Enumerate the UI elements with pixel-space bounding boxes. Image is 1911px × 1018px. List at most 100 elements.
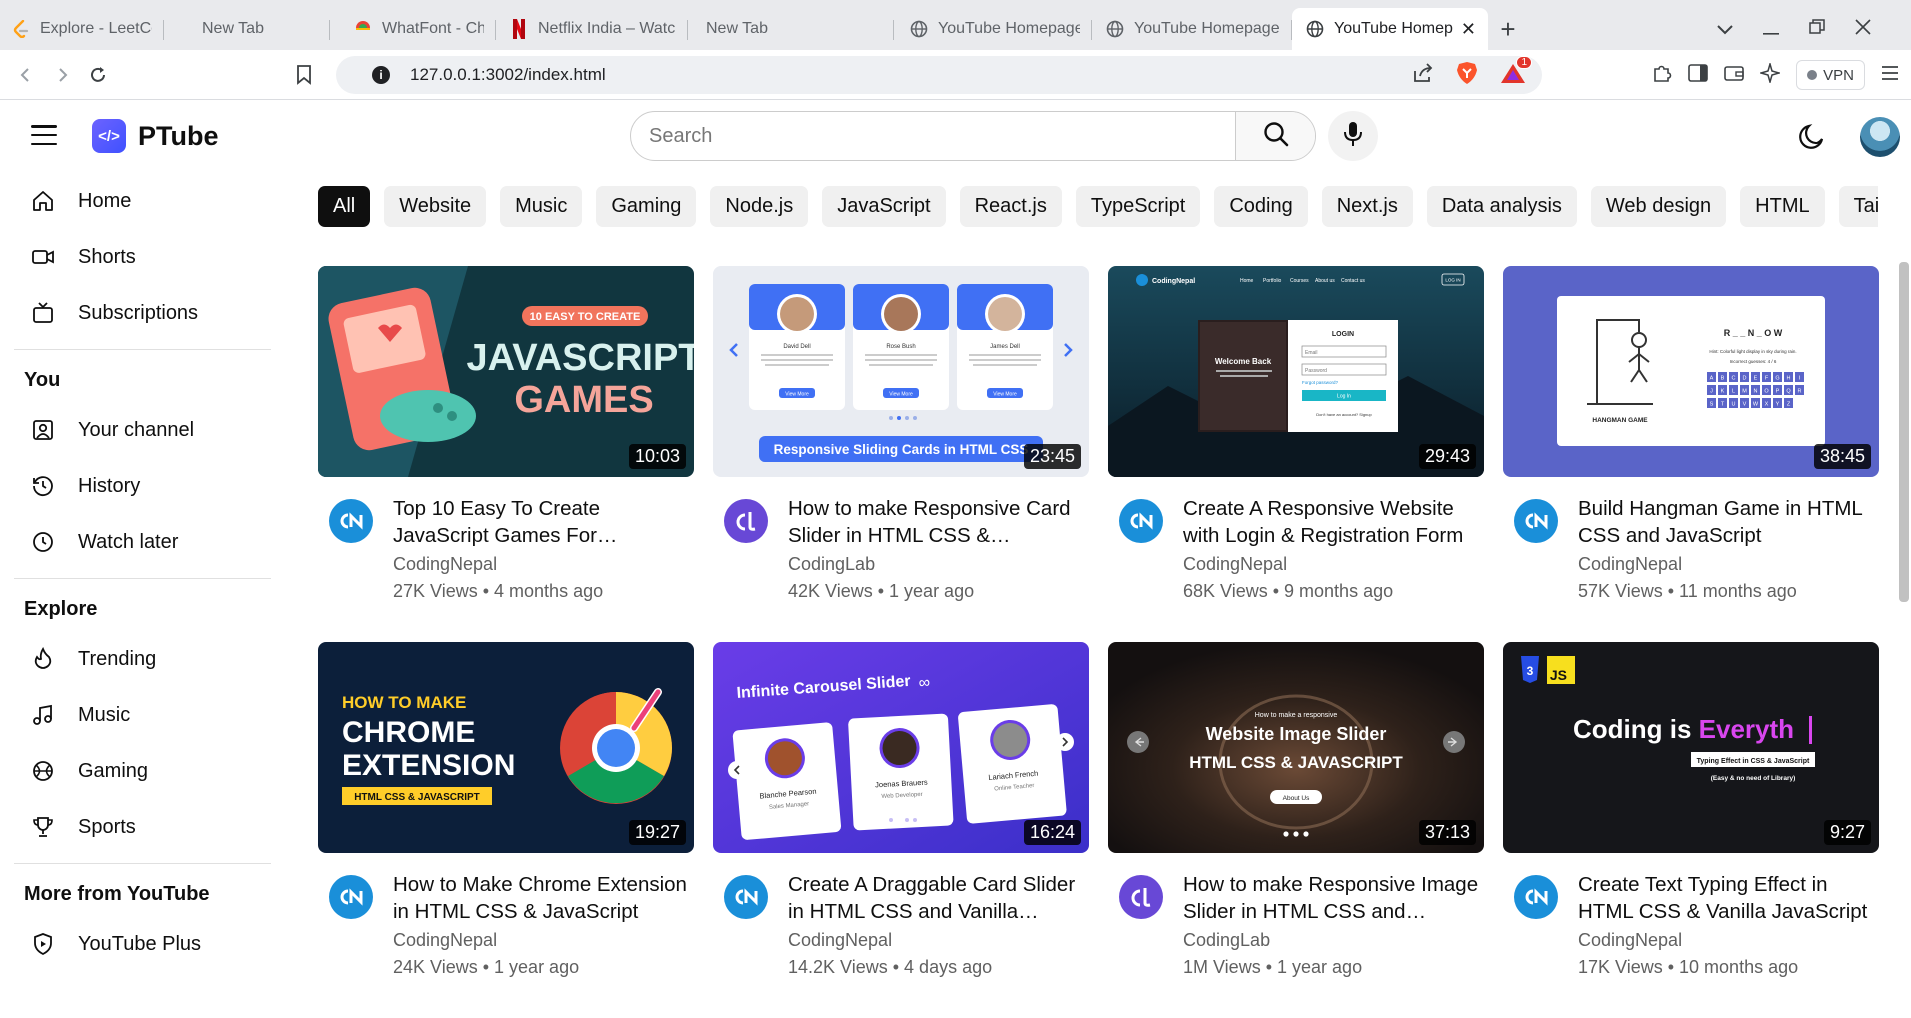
browser-tab[interactable]: WhatFont - Chrome W: [330, 8, 496, 50]
search-input[interactable]: [631, 112, 1235, 160]
sidebar-item-your-channel[interactable]: Your channel: [0, 402, 275, 458]
video-title[interactable]: Build Hangman Game in HTML CSS and JavaS…: [1578, 495, 1878, 549]
channel-name[interactable]: CodingNepal: [1578, 554, 1878, 575]
video-card[interactable]: HOW TO MAKE CHROME EXTENSION HTML CSS & …: [318, 642, 694, 978]
video-thumbnail[interactable]: HANGMAN GAME R _ _ N _ O W Hint: Colorfu…: [1503, 266, 1879, 477]
video-thumbnail[interactable]: David Dell View More Rose Bush View More: [713, 266, 1089, 477]
codinglab-logo-icon[interactable]: [724, 499, 768, 543]
browser-tab[interactable]: New Tab: [164, 8, 330, 50]
restore-icon[interactable]: [1809, 18, 1825, 40]
codingnepal-logo-icon[interactable]: [1514, 875, 1558, 919]
codingnepal-logo-icon[interactable]: [1514, 499, 1558, 543]
chip-nextjs[interactable]: Next.js: [1321, 186, 1413, 227]
forward-icon[interactable]: [44, 57, 80, 93]
sidebar-item-home[interactable]: Home: [0, 173, 275, 229]
chip-tailwind[interactable]: Tailwind: [1838, 186, 1878, 227]
wallet-icon[interactable]: [1724, 64, 1744, 87]
video-thumbnail[interactable]: 3 JS Coding is Everyth Typing Effect in …: [1503, 642, 1879, 853]
chip-web-design[interactable]: Web design: [1590, 186, 1727, 227]
video-card[interactable]: Infinite Carousel Slider ∞ Blanche Pears…: [713, 642, 1089, 978]
chip-gaming[interactable]: Gaming: [596, 186, 697, 227]
channel-name[interactable]: CodingNepal: [1578, 930, 1878, 951]
site-info-icon[interactable]: i: [372, 66, 390, 84]
menu-icon[interactable]: [1881, 65, 1899, 86]
vpn-button[interactable]: VPN: [1796, 60, 1865, 90]
sidebar-item-music[interactable]: Music: [0, 687, 275, 743]
extensions-icon[interactable]: [1652, 63, 1672, 88]
sidebar-item-history[interactable]: History: [0, 458, 275, 514]
video-title[interactable]: How to make Responsive Card Slider in HT…: [788, 495, 1088, 549]
reload-icon[interactable]: [80, 57, 116, 93]
codingnepal-logo-icon[interactable]: [329, 499, 373, 543]
chip-data-analysis[interactable]: Data analysis: [1426, 186, 1577, 227]
codingnepal-logo-icon[interactable]: [329, 875, 373, 919]
chip-website[interactable]: Website: [384, 186, 487, 227]
chip-html[interactable]: HTML: [1740, 186, 1825, 227]
new-tab-button[interactable]: +: [1488, 8, 1528, 50]
browser-tab[interactable]: YouTube Homepage: [894, 8, 1092, 50]
video-card[interactable]: How to make a responsive Website Image S…: [1108, 642, 1484, 978]
chip-typescript[interactable]: TypeScript: [1075, 186, 1201, 227]
voice-search-button[interactable]: [1328, 111, 1378, 161]
chip-all[interactable]: All: [318, 186, 371, 227]
video-title[interactable]: Create A Draggable Card Slider in HTML C…: [788, 871, 1088, 925]
brave-rewards-icon[interactable]: 1: [1500, 55, 1532, 89]
close-tab-icon[interactable]: ✕: [1453, 19, 1476, 40]
brave-shield-icon[interactable]: [1456, 61, 1478, 90]
channel-name[interactable]: CodingNepal: [788, 930, 1088, 951]
video-thumbnail[interactable]: How to make a responsive Website Image S…: [1108, 642, 1484, 853]
dark-mode-toggle-icon[interactable]: [1797, 121, 1827, 151]
user-avatar[interactable]: [1860, 117, 1900, 157]
video-thumbnail[interactable]: 10 EASY TO CREATE JAVASCRIPT GAMES 10:03: [318, 266, 694, 477]
search-button[interactable]: [1235, 112, 1315, 160]
sidebar-item-youtube-plus[interactable]: YouTube Plus: [0, 916, 275, 972]
sidebar-toggle-icon[interactable]: [1688, 63, 1708, 87]
browser-tab-active[interactable]: YouTube Homep ✕: [1292, 8, 1488, 50]
chip-coding[interactable]: Coding: [1214, 186, 1308, 227]
video-thumbnail[interactable]: CodingNepal Home Portfolio Courses About…: [1108, 266, 1484, 477]
browser-tab[interactable]: YouTube Homepage: [1092, 8, 1292, 50]
video-card[interactable]: HANGMAN GAME R _ _ N _ O W Hint: Colorfu…: [1503, 266, 1879, 602]
chip-javascript[interactable]: JavaScript: [822, 186, 946, 227]
close-window-icon[interactable]: [1855, 18, 1871, 40]
browser-tab[interactable]: Explore - LeetCode: [0, 8, 164, 50]
back-icon[interactable]: [8, 57, 44, 93]
minimize-icon[interactable]: [1763, 19, 1779, 40]
page-scrollbar-thumb[interactable]: [1899, 262, 1909, 602]
video-title[interactable]: How to make Responsive Image Slider in H…: [1183, 871, 1483, 925]
sidebar-item-subscriptions[interactable]: Subscriptions: [0, 285, 275, 341]
video-thumbnail[interactable]: Infinite Carousel Slider ∞ Blanche Pears…: [713, 642, 1089, 853]
chip-reactjs[interactable]: React.js: [959, 186, 1062, 227]
browser-tab[interactable]: Netflix India – Watch: [496, 8, 688, 50]
hamburger-menu-icon[interactable]: [31, 125, 57, 145]
leo-ai-icon[interactable]: [1758, 60, 1782, 88]
video-thumbnail[interactable]: HOW TO MAKE CHROME EXTENSION HTML CSS & …: [318, 642, 694, 853]
sidebar-item-gaming[interactable]: Gaming: [0, 743, 275, 799]
chip-nodejs[interactable]: Node.js: [710, 186, 809, 227]
channel-name[interactable]: CodingNepal: [393, 930, 693, 951]
browser-tab[interactable]: New Tab: [688, 8, 894, 50]
chip-music[interactable]: Music: [500, 186, 583, 227]
video-card[interactable]: CodingNepal Home Portfolio Courses About…: [1108, 266, 1484, 602]
video-title[interactable]: How to Make Chrome Extension in HTML CSS…: [393, 871, 693, 925]
logo[interactable]: </> PTube: [92, 119, 219, 153]
codinglab-logo-icon[interactable]: [1119, 875, 1163, 919]
codingnepal-logo-icon[interactable]: [1119, 499, 1163, 543]
video-card[interactable]: David Dell View More Rose Bush View More: [713, 266, 1089, 602]
tab-search-chevron-icon[interactable]: [1717, 19, 1733, 40]
video-title[interactable]: Create Text Typing Effect in HTML CSS & …: [1578, 871, 1878, 925]
codingnepal-logo-icon[interactable]: [724, 875, 768, 919]
sidebar-item-trending[interactable]: Trending: [0, 631, 275, 687]
channel-name[interactable]: CodingNepal: [393, 554, 693, 575]
bookmark-icon[interactable]: [286, 57, 322, 93]
video-card[interactable]: 3 JS Coding is Everyth Typing Effect in …: [1503, 642, 1879, 978]
channel-name[interactable]: CodingLab: [788, 554, 1088, 575]
sidebar-item-sports[interactable]: Sports: [0, 799, 275, 855]
address-bar[interactable]: i 127.0.0.1:3002/index.html 1: [336, 55, 1542, 94]
share-icon[interactable]: [1412, 62, 1434, 88]
video-card[interactable]: 10 EASY TO CREATE JAVASCRIPT GAMES 10:03…: [318, 266, 694, 602]
video-title[interactable]: Create A Responsive Website with Login &…: [1183, 495, 1483, 549]
video-title[interactable]: Top 10 Easy To Create JavaScript Games F…: [393, 495, 693, 549]
sidebar-item-shorts[interactable]: Shorts: [0, 229, 275, 285]
sidebar-item-watch-later[interactable]: Watch later: [0, 514, 275, 570]
